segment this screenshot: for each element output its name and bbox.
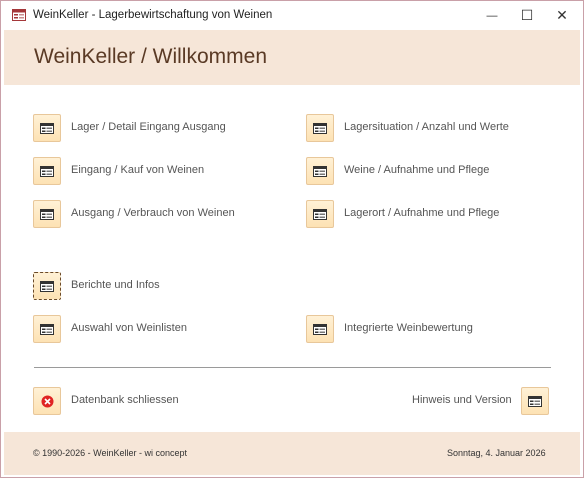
form-icon bbox=[40, 280, 54, 292]
form-icon bbox=[313, 208, 327, 220]
minimize-button[interactable]: — bbox=[475, 1, 509, 30]
lagersituation-label[interactable]: Lagersituation / Anzahl und Werte bbox=[344, 121, 509, 133]
maximize-icon: ☐ bbox=[520, 7, 534, 23]
form-icon bbox=[528, 395, 542, 407]
berichte-label[interactable]: Berichte und Infos bbox=[71, 279, 160, 291]
eingang-button[interactable] bbox=[33, 157, 61, 185]
weinbewertung-label[interactable]: Integrierte Weinbewertung bbox=[344, 322, 473, 334]
form-icon bbox=[313, 122, 327, 134]
form-icon bbox=[40, 208, 54, 220]
lager-detail-button[interactable] bbox=[33, 114, 61, 142]
hinweis-label[interactable]: Hinweis und Version bbox=[412, 394, 512, 406]
form-icon bbox=[313, 165, 327, 177]
close-window-button[interactable]: ✕ bbox=[545, 1, 579, 30]
lagersituation-button[interactable] bbox=[306, 114, 334, 142]
lagerort-button[interactable] bbox=[306, 200, 334, 228]
form-icon bbox=[40, 122, 54, 134]
form-icon bbox=[313, 323, 327, 335]
form-header: WeinKeller / Willkommen bbox=[4, 30, 580, 85]
eingang-label[interactable]: Eingang / Kauf von Weinen bbox=[71, 164, 204, 176]
weine-button[interactable] bbox=[306, 157, 334, 185]
close-icon: ✕ bbox=[556, 7, 568, 23]
title-bar: WeinKeller - Lagerbewirtschaftung von We… bbox=[1, 1, 583, 30]
divider-line bbox=[34, 367, 551, 368]
lager-detail-label[interactable]: Lager / Detail Eingang Ausgang bbox=[71, 121, 226, 133]
app-window: WeinKeller - Lagerbewirtschaftung von We… bbox=[0, 0, 584, 478]
form-icon bbox=[40, 323, 54, 335]
close-database-button[interactable] bbox=[33, 387, 61, 415]
ausgang-button[interactable] bbox=[33, 200, 61, 228]
page-title: WeinKeller / Willkommen bbox=[34, 45, 267, 68]
close-database-label[interactable]: Datenbank schliessen bbox=[71, 394, 179, 406]
access-form-icon bbox=[12, 9, 26, 21]
minimize-icon: — bbox=[486, 9, 498, 22]
ausgang-label[interactable]: Ausgang / Verbrauch von Weinen bbox=[71, 207, 235, 219]
weinbewertung-button[interactable] bbox=[306, 315, 334, 343]
window-title: WeinKeller - Lagerbewirtschaftung von We… bbox=[33, 9, 273, 21]
form-footer: © 1990-2026 - WeinKeller - wi concept So… bbox=[4, 432, 580, 475]
berichte-button[interactable] bbox=[33, 272, 61, 300]
weinlisten-label[interactable]: Auswahl von Weinlisten bbox=[71, 322, 187, 334]
hinweis-button[interactable] bbox=[521, 387, 549, 415]
close-circle-icon bbox=[41, 395, 53, 407]
copyright-text: © 1990-2026 - WeinKeller - wi concept bbox=[33, 448, 188, 458]
date-text: Sonntag, 4. Januar 2026 bbox=[447, 448, 546, 458]
weinlisten-button[interactable] bbox=[33, 315, 61, 343]
maximize-button[interactable]: ☐ bbox=[510, 1, 544, 30]
lagerort-label[interactable]: Lagerort / Aufnahme und Pflege bbox=[344, 207, 499, 219]
form-icon bbox=[40, 165, 54, 177]
weine-label[interactable]: Weine / Aufnahme und Pflege bbox=[344, 164, 489, 176]
